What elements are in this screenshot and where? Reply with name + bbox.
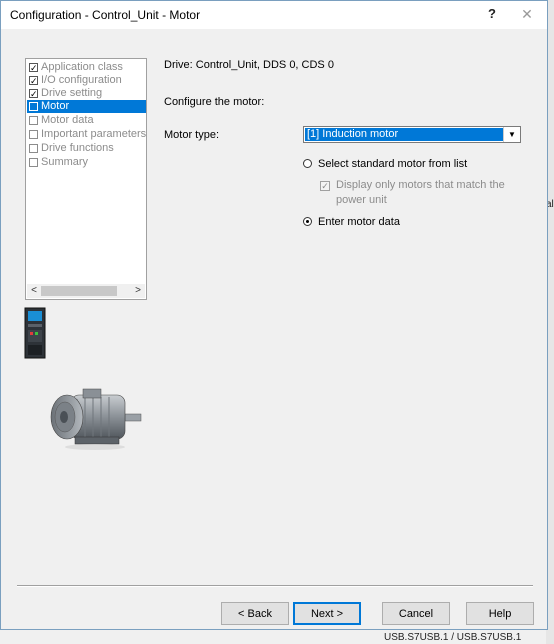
button-separator bbox=[17, 585, 533, 587]
section-heading: Configure the motor: bbox=[164, 96, 265, 108]
help-button[interactable]: Help bbox=[466, 602, 534, 625]
checkbox-icon bbox=[29, 102, 38, 111]
checkbox-icon bbox=[29, 116, 38, 125]
back-button[interactable]: < Back bbox=[221, 602, 289, 625]
drive-info-text: Drive: Control_Unit, DDS 0, CDS 0 bbox=[164, 59, 334, 71]
step-important-parameters[interactable]: Important parameters bbox=[27, 128, 146, 141]
step-motor[interactable]: Motor bbox=[27, 100, 146, 113]
step-io-configuration[interactable]: ✓ I/O configuration bbox=[27, 74, 146, 87]
checkbox-matching-motors-label-line2: power unit bbox=[336, 194, 387, 206]
configuration-dialog: Configuration - Control_Unit - Motor ? ✕… bbox=[0, 0, 548, 630]
next-button[interactable]: Next > bbox=[293, 602, 361, 625]
cancel-button[interactable]: Cancel bbox=[382, 602, 450, 625]
induction-motor-image bbox=[50, 388, 142, 450]
checkbox-icon: ✓ bbox=[29, 76, 38, 86]
radio-standard-motor-label[interactable]: Select standard motor from list bbox=[318, 158, 467, 170]
background-status-text: USB.S7USB.1 / USB.S7USB.1 bbox=[384, 632, 522, 643]
window-title: Configuration - Control_Unit - Motor bbox=[10, 8, 201, 22]
help-icon[interactable]: ? bbox=[485, 6, 499, 21]
motor-type-selected-value: [1] Induction motor bbox=[305, 128, 504, 141]
scroll-right-icon[interactable]: > bbox=[131, 284, 145, 298]
checkbox-matching-motors: ✓ bbox=[320, 181, 330, 191]
radio-standard-motor[interactable] bbox=[303, 159, 312, 168]
step-summary[interactable]: Summary bbox=[27, 156, 146, 169]
motor-type-label: Motor type: bbox=[164, 129, 220, 141]
checkbox-icon: ✓ bbox=[29, 89, 38, 99]
step-drive-setting[interactable]: ✓ Drive setting bbox=[27, 87, 146, 100]
checkbox-icon bbox=[29, 144, 38, 153]
radio-enter-motor-data[interactable] bbox=[303, 217, 312, 226]
wizard-step-list[interactable]: ✓ Application class ✓ I/O configuration … bbox=[25, 58, 147, 300]
checkbox-icon bbox=[29, 130, 38, 139]
horizontal-scrollbar[interactable]: < > bbox=[27, 284, 145, 298]
drive-unit-icon bbox=[24, 307, 46, 359]
motor-type-dropdown[interactable]: [1] Induction motor ▼ bbox=[303, 126, 521, 143]
checkbox-matching-motors-label: Display only motors that match the bbox=[336, 179, 505, 191]
step-drive-functions[interactable]: Drive functions bbox=[27, 142, 146, 155]
step-motor-data[interactable]: Motor data bbox=[27, 114, 146, 127]
radio-enter-motor-data-label[interactable]: Enter motor data bbox=[318, 216, 400, 228]
scroll-left-icon[interactable]: < bbox=[27, 284, 41, 298]
title-bar: Configuration - Control_Unit - Motor ? ✕ bbox=[1, 1, 547, 29]
checkbox-icon: ✓ bbox=[29, 63, 38, 73]
checkbox-icon bbox=[29, 158, 38, 167]
close-icon[interactable]: ✕ bbox=[519, 6, 535, 23]
step-application-class[interactable]: ✓ Application class bbox=[27, 61, 146, 74]
chevron-down-icon[interactable]: ▼ bbox=[503, 127, 520, 142]
scrollbar-thumb[interactable] bbox=[41, 286, 117, 296]
